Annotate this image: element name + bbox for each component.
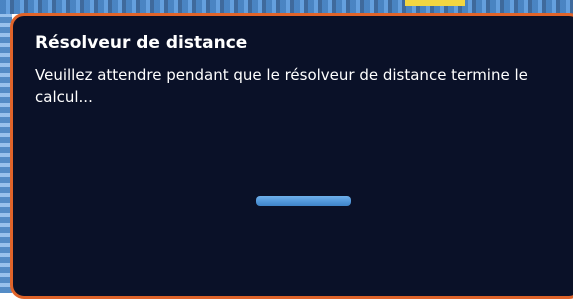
background-highlight — [405, 0, 465, 6]
dialog-message: Veuillez attendre pendant que le résolve… — [35, 66, 528, 106]
background-toolbar-strip — [0, 0, 573, 14]
dialog-title: Résolveur de distance — [35, 33, 248, 53]
distance-solver-dialog: Résolveur de distance Veuillez attendre … — [10, 13, 573, 299]
progress-bar — [256, 196, 351, 206]
progress-fill — [256, 196, 351, 206]
